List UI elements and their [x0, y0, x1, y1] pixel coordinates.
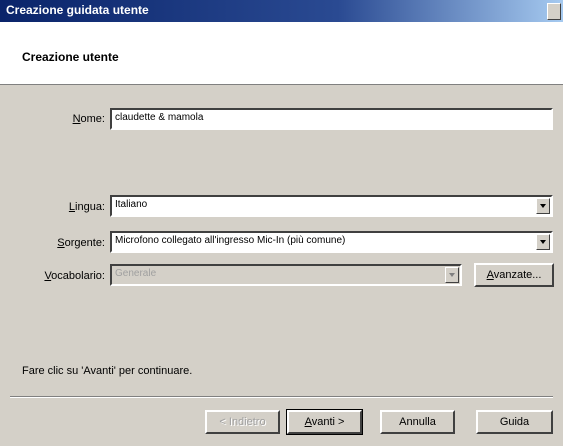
advanced-button[interactable]: Avanzate... — [474, 263, 554, 287]
instruction-text: Fare clic su 'Avanti' per continuare. — [22, 365, 193, 377]
chevron-down-icon[interactable] — [536, 198, 550, 214]
divider — [10, 396, 553, 398]
language-select[interactable]: Italiano — [110, 195, 553, 217]
close-button[interactable] — [547, 3, 561, 20]
vocabulary-select-value: Generale — [115, 268, 157, 279]
back-button[interactable]: < Indietro — [205, 410, 280, 434]
title-bar: Creazione guidata utente — [0, 0, 563, 22]
help-button[interactable]: Guida — [476, 410, 553, 434]
chevron-down-icon[interactable] — [536, 234, 550, 250]
vocabulary-label: Vocabolario: — [44, 270, 105, 282]
source-label: Sorgente: — [57, 237, 105, 249]
vocabulary-select[interactable]: Generale — [110, 264, 462, 286]
source-select-value: Microfono collegato all'ingresso Mic-In … — [115, 235, 346, 246]
chevron-down-icon[interactable] — [445, 267, 459, 283]
wizard-header: Creazione utente — [0, 22, 563, 85]
next-button[interactable]: Avanti > — [286, 409, 363, 435]
page-title: Creazione utente — [22, 50, 119, 64]
window-title: Creazione guidata utente — [6, 3, 149, 17]
name-field-value: claudette & mamola — [115, 112, 204, 123]
name-label: Nome: — [72, 113, 105, 125]
name-field[interactable]: claudette & mamola — [110, 108, 553, 130]
source-select[interactable]: Microfono collegato all'ingresso Mic-In … — [110, 231, 553, 253]
language-select-value: Italiano — [115, 199, 148, 210]
cancel-button[interactable]: Annulla — [380, 410, 455, 434]
language-label: Lingua: — [68, 201, 105, 213]
